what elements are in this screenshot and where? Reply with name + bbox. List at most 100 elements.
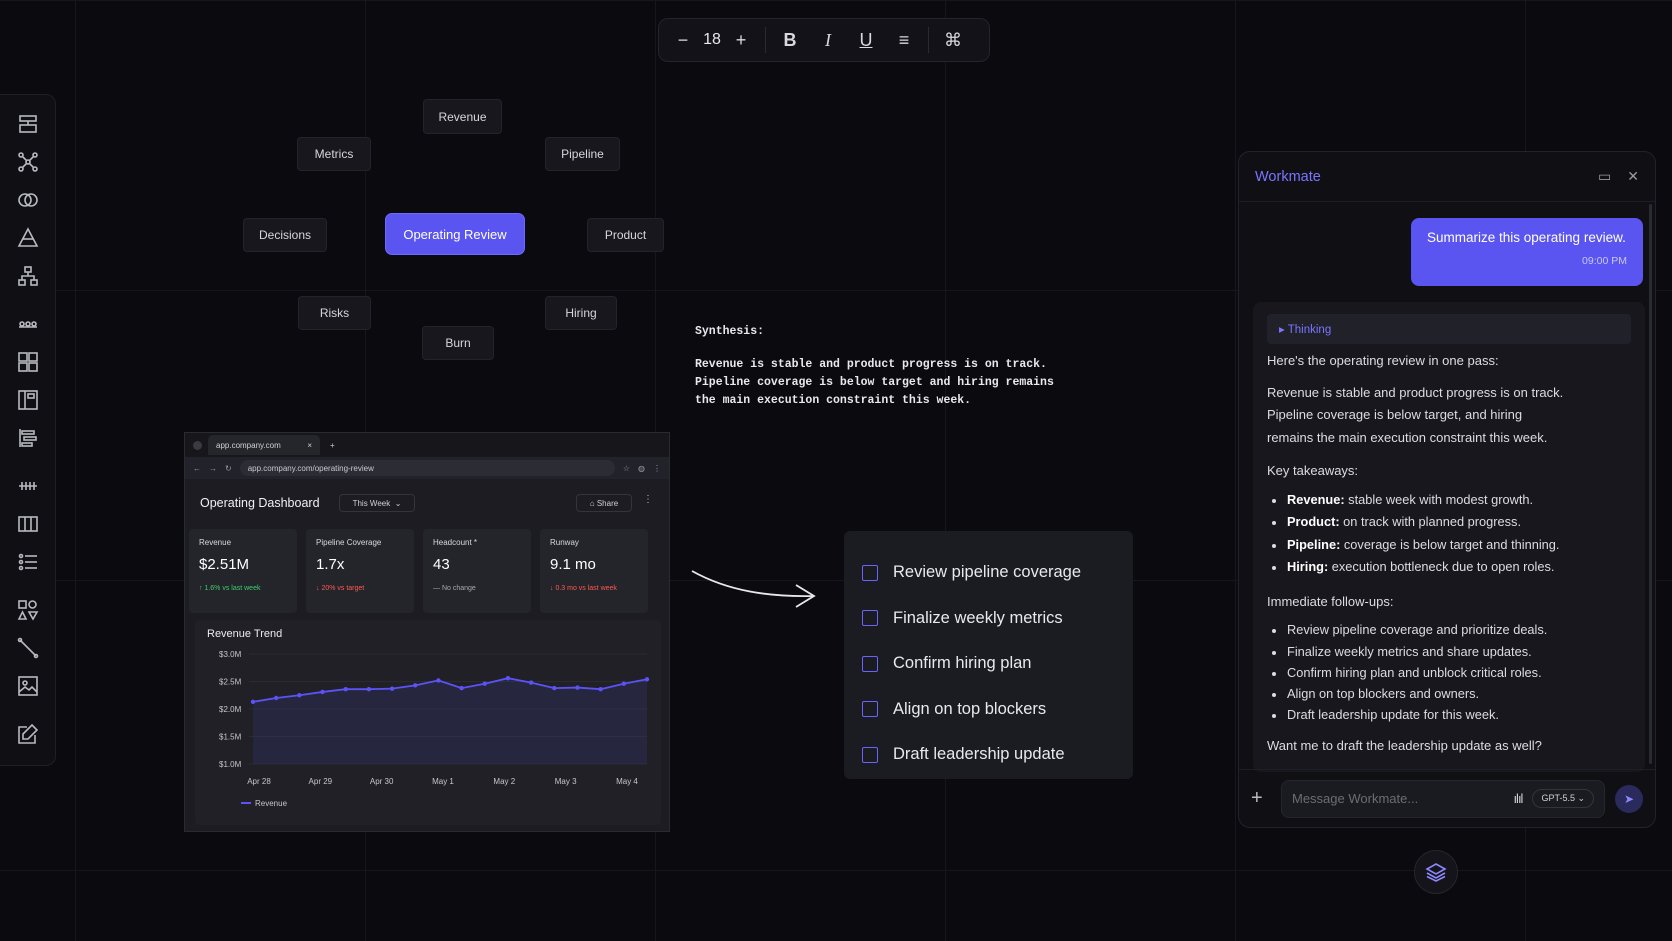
- grid-icon[interactable]: [17, 351, 39, 373]
- data-point: [413, 683, 418, 688]
- new-chat-icon[interactable]: ▭: [1598, 168, 1611, 185]
- takeaway-term: Product:: [1287, 514, 1340, 530]
- venn-icon[interactable]: [17, 189, 39, 211]
- kpi-card-revenue[interactable]: Revenue $2.51M ↑ 1.6% vs last week: [189, 529, 297, 613]
- kpi-card-headcount[interactable]: Headcount * 43 — No change: [423, 529, 531, 613]
- summary-line: Pipeline coverage is below target, and h…: [1267, 407, 1523, 422]
- line-icon[interactable]: [17, 637, 39, 659]
- mindmap-node-revenue[interactable]: Revenue: [423, 99, 502, 134]
- new-tab-icon[interactable]: +: [330, 441, 335, 450]
- close-icon[interactable]: ✕: [1627, 168, 1639, 185]
- send-icon[interactable]: ➤: [1615, 784, 1643, 813]
- synthesis-text-block[interactable]: Synthesis: Revenue is stable and product…: [695, 323, 1054, 410]
- decrease-font-button[interactable]: −: [669, 26, 697, 54]
- thinking-toggle[interactable]: ▸ Thinking: [1267, 314, 1631, 344]
- list-item: Finalize weekly metrics and share update…: [1267, 641, 1631, 662]
- url-field[interactable]: app.company.com/operating-review: [239, 460, 615, 476]
- checklist-item[interactable]: Confirm hiring plan: [862, 641, 1133, 687]
- shapes-icon[interactable]: [17, 599, 39, 621]
- voice-waveform-icon[interactable]: ılıl: [1513, 791, 1523, 806]
- font-size-value[interactable]: 18: [697, 31, 727, 49]
- timeline-icon[interactable]: [17, 313, 39, 335]
- star-icon[interactable]: ☆: [623, 464, 630, 473]
- dashboard-screenshot-card[interactable]: app.company.com × + ← → ↻ app.company.co…: [184, 432, 670, 832]
- data-point: [528, 680, 534, 685]
- checkbox[interactable]: [862, 746, 878, 763]
- checklist-item[interactable]: Align on top blockers: [862, 687, 1133, 733]
- kpi-delta: ↑ 1.6% vs last week: [199, 585, 261, 592]
- list-item: Hiring: execution bottleneck due to open…: [1267, 556, 1631, 579]
- mindmap-node-risks[interactable]: Risks: [298, 296, 371, 330]
- text-block-icon[interactable]: [17, 113, 39, 135]
- takeaways-heading: Key takeaways:: [1267, 463, 1359, 478]
- mindmap-node-pipeline[interactable]: Pipeline: [545, 137, 620, 171]
- chat-composer: + Message Workmate... ılıl GPT-5.5 ⌄ ➤: [1239, 769, 1655, 827]
- increase-font-button[interactable]: +: [727, 26, 755, 54]
- format-toolbar: − 18 + B I U ≡ ⌘: [658, 18, 990, 62]
- data-point: [644, 677, 650, 682]
- chat-scrollbar[interactable]: [1649, 204, 1652, 764]
- checkbox[interactable]: [862, 564, 878, 581]
- checklist-item[interactable]: Finalize weekly metrics: [862, 596, 1133, 642]
- user-message-text: Summarize this operating review.: [1427, 230, 1626, 245]
- network-icon[interactable]: [17, 151, 39, 173]
- mindmap-node-hiring[interactable]: Hiring: [545, 296, 617, 330]
- kpi-value: 43: [433, 556, 450, 573]
- back-icon[interactable]: ←: [193, 464, 201, 473]
- list-icon[interactable]: [17, 551, 39, 573]
- message-input[interactable]: Message Workmate... ılıl GPT-5.5 ⌄: [1281, 779, 1605, 818]
- list-item: Confirm hiring plan and unblock critical…: [1267, 662, 1631, 683]
- mindmap-node-product[interactable]: Product: [587, 218, 664, 252]
- tab-close-icon[interactable]: ×: [307, 441, 312, 450]
- italic-button[interactable]: I: [814, 26, 842, 54]
- date-range-select[interactable]: This Week ⌄: [339, 494, 415, 512]
- command-button[interactable]: ⌘: [939, 26, 967, 54]
- underline-button[interactable]: U: [852, 26, 880, 54]
- layers-icon[interactable]: [1414, 850, 1458, 894]
- mindmap-node-decisions[interactable]: Decisions: [243, 218, 327, 252]
- window-dot: [193, 440, 202, 450]
- checkbox[interactable]: [862, 610, 878, 627]
- ruler-icon[interactable]: [17, 475, 39, 497]
- x-tick-label: Apr 28: [247, 777, 271, 786]
- extension-icon[interactable]: ◍: [638, 464, 645, 473]
- checklist-item[interactable]: Draft leadership update: [862, 732, 1133, 778]
- synthesis-line: the main execution constraint this week.: [695, 394, 972, 407]
- synthesis-heading: Synthesis:: [695, 325, 765, 338]
- list-item: Revenue: stable week with modest growth.: [1267, 489, 1631, 512]
- list-item: Draft leadership update for this week.: [1267, 704, 1631, 725]
- toolbar-divider: [765, 27, 766, 53]
- bold-button[interactable]: B: [776, 26, 804, 54]
- add-attachment-button[interactable]: +: [1251, 787, 1281, 810]
- checkbox[interactable]: [862, 655, 878, 672]
- mindmap-node-metrics[interactable]: Metrics: [297, 137, 371, 171]
- forward-icon[interactable]: →: [209, 464, 217, 473]
- gantt-icon[interactable]: [17, 427, 39, 449]
- share-label: Share: [596, 498, 619, 508]
- image-icon[interactable]: [17, 675, 39, 697]
- model-select[interactable]: GPT-5.5 ⌄: [1532, 789, 1594, 808]
- pyramid-icon[interactable]: [17, 227, 39, 249]
- message-placeholder: Message Workmate...: [1292, 791, 1419, 806]
- mindmap-node-burn[interactable]: Burn: [422, 326, 494, 360]
- mindmap-node-operating-review[interactable]: Operating Review: [385, 213, 525, 255]
- list-button[interactable]: ≡: [890, 26, 918, 54]
- kanban-icon[interactable]: [17, 389, 39, 411]
- checkbox[interactable]: [862, 701, 878, 718]
- kpi-card-runway[interactable]: Runway 9.1 mo ↓ 0.3 mo vs last week: [540, 529, 648, 613]
- org-chart-icon[interactable]: [17, 265, 39, 287]
- share-button[interactable]: ⌂ Share: [576, 494, 632, 512]
- data-point: [297, 693, 302, 698]
- reload-icon[interactable]: ↻: [225, 464, 232, 473]
- kpi-card-pipeline[interactable]: Pipeline Coverage 1.7x ↓ 20% vs target: [306, 529, 414, 613]
- kpi-value: 9.1 mo: [550, 556, 596, 573]
- checklist-label: Review pipeline coverage: [893, 563, 1082, 582]
- browser-menu-icon[interactable]: ⋮: [653, 464, 661, 473]
- checklist-item[interactable]: Review pipeline coverage: [862, 550, 1133, 596]
- edit-icon[interactable]: [17, 723, 39, 745]
- more-icon[interactable]: ⋮: [643, 494, 653, 505]
- columns-icon[interactable]: [17, 513, 39, 535]
- browser-tab[interactable]: app.company.com ×: [208, 435, 320, 455]
- takeaway-text: stable week with modest growth.: [1344, 491, 1534, 507]
- series-area: [253, 678, 647, 764]
